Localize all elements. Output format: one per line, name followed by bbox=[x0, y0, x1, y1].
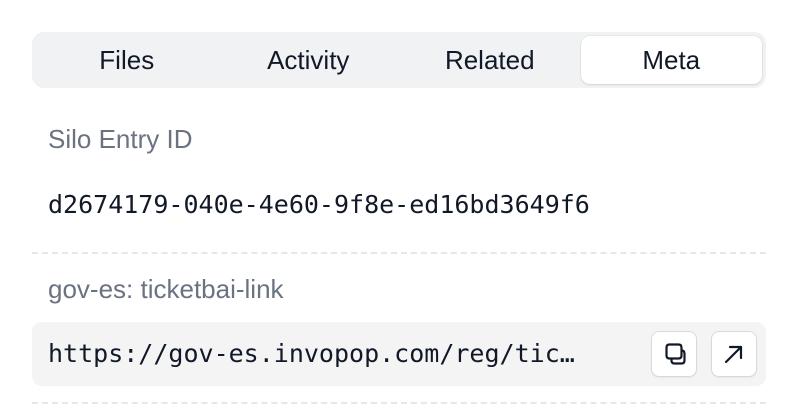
tab-meta[interactable]: Meta bbox=[580, 36, 762, 84]
tab-bar: Files Activity Related Meta bbox=[32, 32, 766, 88]
copy-icon bbox=[660, 340, 688, 368]
silo-entry-id-label: Silo Entry ID bbox=[48, 124, 193, 154]
tab-related[interactable]: Related bbox=[399, 36, 581, 84]
ticketbai-link-label: gov-es: ticketbai-link bbox=[48, 274, 284, 304]
copy-button[interactable] bbox=[651, 331, 697, 377]
external-link-icon bbox=[721, 341, 747, 367]
divider bbox=[32, 402, 766, 404]
divider bbox=[32, 252, 766, 254]
ticketbai-link-value[interactable]: https://gov-es.invopop.com/reg/tic… bbox=[48, 337, 634, 371]
tab-files[interactable]: Files bbox=[36, 36, 218, 84]
ticketbai-link-row: https://gov-es.invopop.com/reg/tic… bbox=[32, 322, 766, 386]
meta-panel: Files Activity Related Meta Silo Entry I… bbox=[0, 0, 796, 414]
silo-entry-id-value: d2674179-040e-4e60-9f8e-ed16bd3649f6 bbox=[48, 190, 590, 219]
open-link-button[interactable] bbox=[711, 331, 757, 377]
tab-activity[interactable]: Activity bbox=[218, 36, 400, 84]
